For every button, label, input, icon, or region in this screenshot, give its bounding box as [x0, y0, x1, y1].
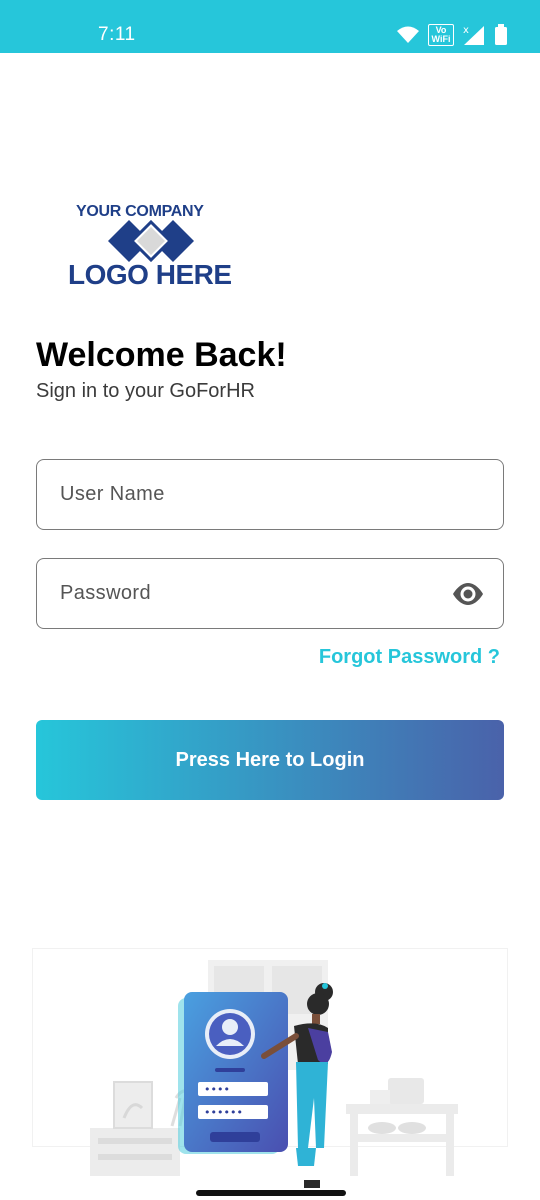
status-icons: Vo WiFi x [396, 24, 508, 46]
status-time: 7:11 [98, 24, 136, 45]
illustration-username-mask: •••• [204, 1083, 230, 1096]
wifi-icon [397, 26, 419, 43]
username-field [36, 459, 504, 530]
login-illustration: •••• •••••• [32, 948, 508, 1200]
forgot-password-link[interactable]: Forgot Password ? [319, 646, 500, 669]
status-bar: 7:11 Vo WiFi x [0, 0, 540, 53]
battery-icon [495, 24, 507, 45]
show-password-eye-icon[interactable] [451, 581, 485, 607]
password-field [36, 558, 504, 629]
company-logo: YOUR COMPANY LOGO HERE [66, 203, 232, 291]
svg-text:x: x [463, 25, 469, 36]
username-input[interactable] [37, 460, 503, 529]
page-subtitle: Sign in to your GoForHR [36, 380, 255, 402]
vowifi-bottom-label: WiFi [431, 34, 451, 44]
home-indicator[interactable] [196, 1190, 346, 1196]
page-title: Welcome Back! [36, 336, 287, 374]
illustration-password-mask: •••••• [204, 1106, 243, 1119]
illustration-graphic: •••• •••••• [32, 948, 508, 1188]
logo-diamond-icon [108, 220, 194, 262]
logo-line-2: LOGO HERE [68, 259, 232, 290]
logo-line-1: YOUR COMPANY [76, 203, 204, 220]
login-button[interactable]: Press Here to Login [36, 720, 504, 800]
signal-icon: x [463, 25, 484, 45]
password-input[interactable] [37, 559, 503, 628]
vowifi-icon: Vo WiFi [428, 24, 454, 46]
